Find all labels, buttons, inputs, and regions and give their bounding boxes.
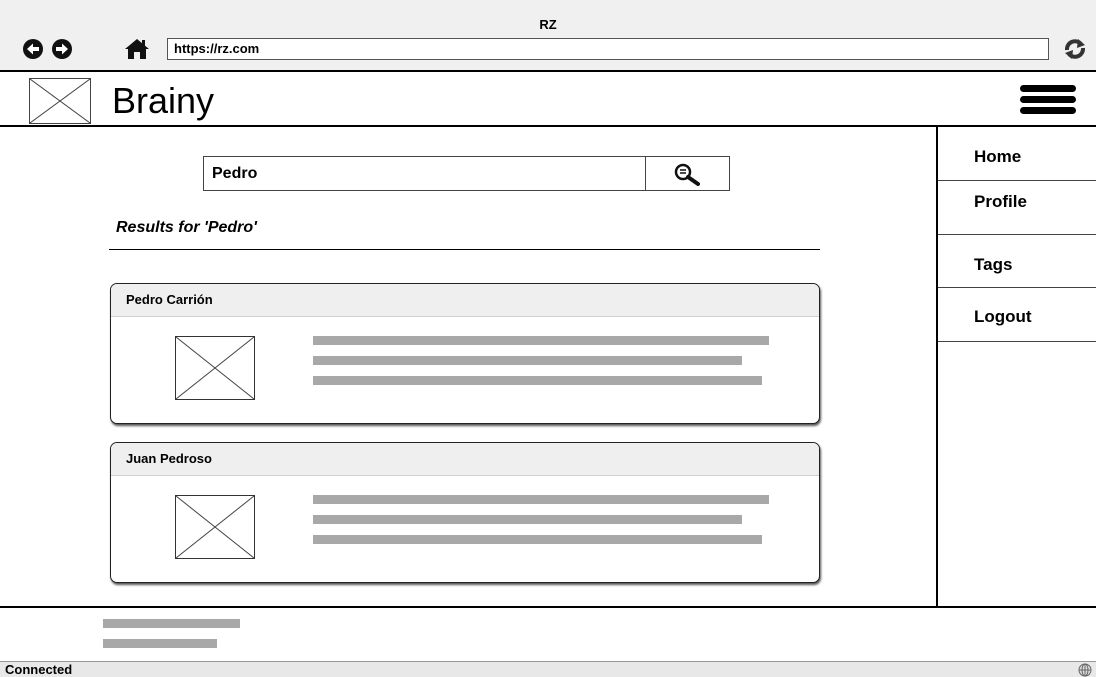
- back-icon: [27, 43, 39, 55]
- browser-chrome: RZ https://rz.com: [0, 0, 1096, 72]
- brand-name: Brainy: [112, 80, 215, 121]
- back-button[interactable]: [23, 39, 43, 59]
- result-card-title: Pedro Carrión: [111, 284, 819, 317]
- result-card-title: Juan Pedroso: [111, 443, 819, 476]
- forward-button[interactable]: [52, 39, 72, 59]
- main-content: Pedro Results for 'Pedro' Pedro Carrión …: [0, 127, 936, 606]
- image-placeholder-icon: [175, 336, 255, 400]
- side-nav: Home Profile Tags Logout: [936, 127, 1096, 606]
- text-placeholder: [103, 639, 217, 648]
- text-placeholder: [313, 495, 769, 504]
- text-placeholder: [313, 535, 762, 544]
- hamburger-menu-icon[interactable]: [1020, 85, 1076, 115]
- forward-icon: [56, 43, 68, 55]
- footer: [0, 606, 1096, 661]
- text-placeholder: [313, 376, 762, 385]
- app-header: Brainy: [0, 72, 1096, 127]
- image-placeholder-icon: [175, 495, 255, 559]
- nav-item-profile[interactable]: Profile: [938, 181, 1096, 235]
- globe-icon: [1078, 663, 1092, 677]
- result-card[interactable]: Juan Pedroso: [110, 442, 820, 583]
- home-button[interactable]: [124, 38, 150, 60]
- results-heading: Results for 'Pedro': [116, 219, 257, 236]
- window-title: RZ: [539, 17, 557, 32]
- divider: [109, 249, 820, 250]
- address-bar[interactable]: https://rz.com: [167, 38, 1049, 60]
- home-icon: [125, 39, 149, 59]
- text-placeholder: [313, 356, 742, 365]
- nav-item-home[interactable]: Home: [938, 127, 1096, 181]
- magnifier-icon: [674, 163, 700, 186]
- nav-item-logout[interactable]: Logout: [938, 288, 1096, 342]
- reload-button[interactable]: [1061, 37, 1089, 61]
- text-placeholder: [313, 336, 769, 345]
- reload-icon: [1065, 39, 1085, 59]
- logo-placeholder-icon: [29, 78, 91, 124]
- status-bar: Connected: [0, 661, 1096, 677]
- text-placeholder: [313, 515, 742, 524]
- search-input[interactable]: Pedro: [203, 156, 646, 191]
- status-text: Connected: [5, 662, 73, 677]
- result-card[interactable]: Pedro Carrión: [110, 283, 820, 424]
- search-button[interactable]: [645, 156, 730, 191]
- text-placeholder: [103, 619, 240, 628]
- nav-item-tags[interactable]: Tags: [938, 235, 1096, 288]
